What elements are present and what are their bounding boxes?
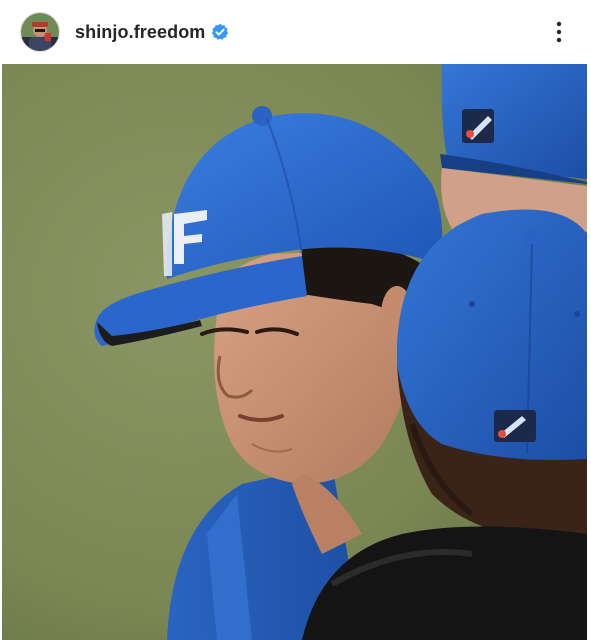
more-options-icon bbox=[556, 21, 562, 43]
post-header: shinjo.freedom bbox=[0, 0, 591, 64]
more-options-button[interactable] bbox=[547, 16, 571, 48]
verified-badge-icon bbox=[211, 23, 229, 41]
instagram-post: shinjo.freedom bbox=[0, 0, 591, 640]
post-photo bbox=[2, 64, 587, 640]
post-media[interactable] bbox=[0, 64, 591, 640]
author-avatar[interactable] bbox=[20, 12, 60, 52]
avatar-image bbox=[21, 13, 59, 51]
photo-illustration bbox=[2, 64, 587, 640]
author-username[interactable]: shinjo.freedom bbox=[75, 22, 205, 43]
